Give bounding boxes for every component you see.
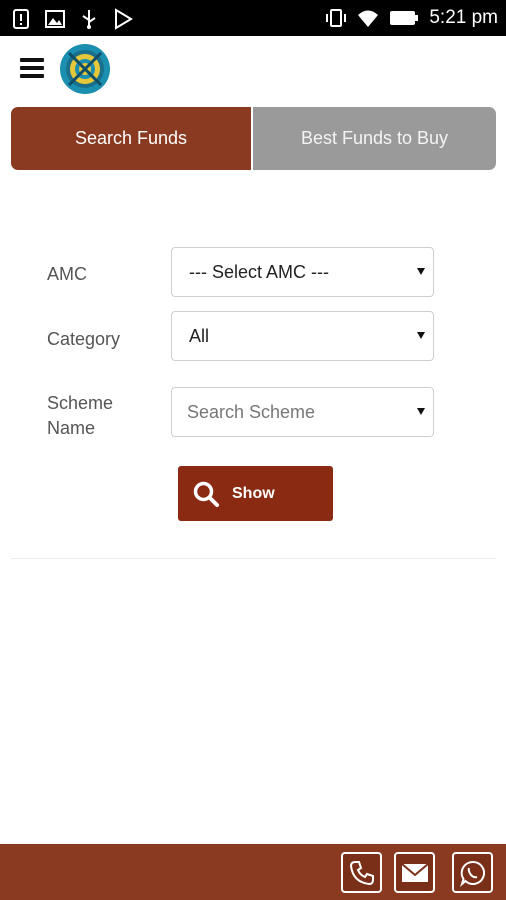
scheme-label-line2: Name [47, 418, 96, 438]
scheme-name-label: Scheme Name [47, 391, 113, 441]
notification-icons [10, 8, 134, 30]
hamburger-menu-icon[interactable] [18, 56, 46, 80]
scheme-search-placeholder: Search Scheme [187, 401, 316, 422]
mail-icon [400, 862, 429, 882]
scheme-label-line1: Scheme [47, 393, 114, 413]
whatsapp-button[interactable] [452, 852, 493, 893]
app-logo [60, 44, 110, 94]
divider [11, 558, 496, 559]
contact-footer [0, 844, 506, 900]
category-label: Category [47, 329, 121, 349]
fund-tabs: Search Funds Best Funds to Buy [11, 107, 496, 170]
amc-select-value: --- Select AMC --- [189, 261, 330, 282]
amc-select[interactable]: --- Select AMC --- [171, 247, 434, 297]
show-button-label: Show [232, 484, 275, 502]
dropdown-caret-icon [417, 332, 425, 339]
vibrate-icon [326, 9, 347, 27]
email-button[interactable] [394, 852, 435, 893]
scheme-search-select[interactable]: Search Scheme [171, 387, 434, 437]
clock: 5:21 pm [429, 7, 498, 28]
tab-best-funds-to-buy[interactable]: Best Funds to Buy [253, 107, 496, 170]
tab-search-funds[interactable]: Search Funds [11, 107, 251, 170]
whatsapp-icon [459, 860, 485, 887]
dropdown-caret-icon [417, 408, 425, 415]
dropdown-caret-icon [417, 268, 425, 275]
image-notification-icon [45, 10, 65, 28]
amc-label: AMC [47, 264, 87, 284]
category-select-value: All [189, 325, 210, 346]
app-header [0, 36, 506, 100]
status-bar: 5:21 pm [0, 0, 506, 36]
search-icon [193, 481, 219, 507]
show-button[interactable]: Show [178, 466, 333, 521]
category-select[interactable]: All [171, 311, 434, 361]
usb-icon [82, 10, 96, 29]
system-icons: 5:21 pm [325, 6, 498, 30]
call-button[interactable] [341, 852, 382, 893]
wifi-icon [358, 10, 379, 27]
phone-icon [349, 860, 374, 885]
battery-icon [390, 11, 419, 25]
alert-notification-icon [13, 9, 29, 29]
play-store-icon [115, 8, 133, 30]
